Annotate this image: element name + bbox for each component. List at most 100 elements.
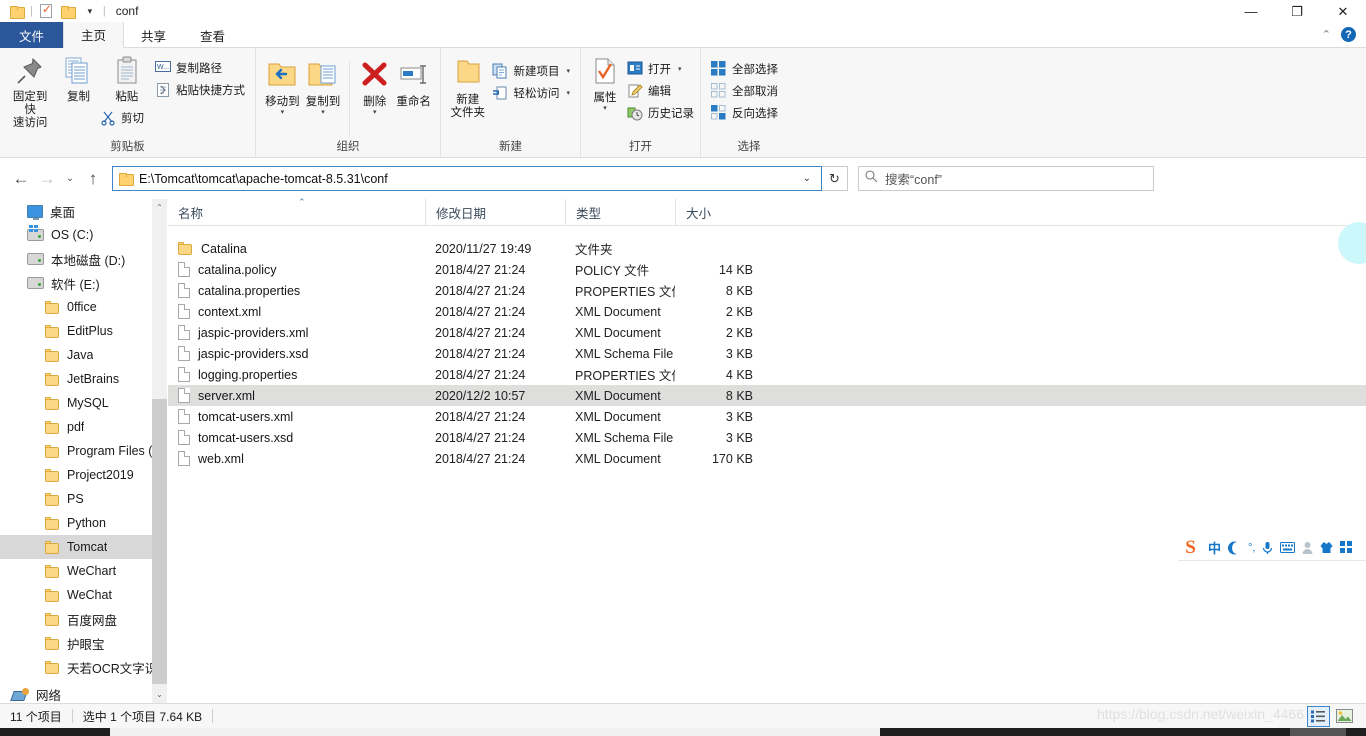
address-dropdown-icon[interactable]: ⌄ — [797, 173, 817, 184]
tab-share[interactable]: 共享 — [124, 22, 183, 48]
easy-access-button[interactable]: 轻松访问 ▾ — [488, 82, 574, 104]
sidebar-item-desktop[interactable]: 桌面 — [0, 199, 167, 223]
easy-access-dropdown-icon[interactable]: ▾ — [566, 89, 570, 97]
move-to-dropdown-icon[interactable]: ▾ — [281, 109, 285, 116]
sidebar-item-0ffice[interactable]: 0ffice — [0, 295, 167, 319]
tab-home[interactable]: 主页 — [63, 22, 125, 48]
tab-view[interactable]: 查看 — [183, 22, 242, 48]
back-button[interactable]: ← — [8, 166, 34, 192]
table-row[interactable]: logging.properties 2018/4/27 21:24 PROPE… — [168, 364, 1366, 385]
new-item-dropdown-icon[interactable]: ▾ — [566, 67, 570, 75]
sidebar-item-baidu-netdisk[interactable]: 百度网盘 — [0, 607, 167, 631]
edit-button[interactable]: 编辑 — [623, 80, 698, 102]
copy-path-button[interactable]: W... 复制路径 — [151, 57, 249, 79]
sidebar-item-editplus[interactable]: EditPlus — [0, 319, 167, 343]
sidebar-item-java[interactable]: Java — [0, 343, 167, 367]
navigation-pane-scrollbar[interactable]: ⌃ ⌄ — [152, 199, 167, 703]
sogou-logo-icon[interactable]: S — [1180, 537, 1201, 558]
sidebar-item-project2019[interactable]: Project2019 — [0, 463, 167, 487]
move-to-button[interactable]: 移动到 ▾ — [262, 58, 303, 116]
search-input[interactable]: 搜索“conf” — [858, 166, 1154, 191]
sidebar-item-wechat[interactable]: WeChat — [0, 583, 167, 607]
tab-file[interactable]: 文件 — [0, 22, 64, 48]
sidebar-item-tomcat[interactable]: Tomcat — [0, 535, 167, 559]
user-icon[interactable] — [1302, 541, 1313, 554]
fullwidth-icon[interactable]: °, — [1248, 542, 1255, 554]
sidebar-item-program-files[interactable]: Program Files (x — [0, 439, 167, 463]
table-row[interactable]: tomcat-users.xml 2018/4/27 21:24 XML Doc… — [168, 406, 1366, 427]
collapse-ribbon-icon[interactable]: ⌃ — [1322, 28, 1331, 41]
help-icon[interactable]: ? — [1341, 27, 1356, 42]
history-button[interactable]: 历史记录 — [623, 102, 698, 124]
column-header-date[interactable]: 修改日期 — [425, 199, 565, 226]
column-header-type[interactable]: 类型 — [565, 199, 675, 226]
toolbox-icon[interactable] — [1340, 541, 1353, 554]
sidebar-item-wechart[interactable]: WeChart — [0, 559, 167, 583]
table-row[interactable]: web.xml 2018/4/27 21:24 XML Document 170… — [168, 448, 1366, 469]
sidebar-item-network[interactable]: 网络 — [0, 682, 167, 703]
paste-button[interactable]: 粘贴 — [103, 53, 151, 104]
table-row[interactable]: catalina.policy 2018/4/27 21:24 POLICY 文… — [168, 259, 1366, 280]
chevron-down-icon[interactable]: ▾ — [79, 0, 101, 22]
scrollbar-thumb[interactable] — [152, 399, 167, 684]
select-all-button[interactable]: 全部选择 — [707, 58, 782, 80]
properties-icon[interactable] — [35, 0, 57, 22]
maximize-button[interactable]: ❐ — [1274, 0, 1320, 22]
sidebar-item-software-e[interactable]: 软件 (E:) — [0, 271, 167, 295]
scroll-down-icon[interactable]: ⌄ — [152, 686, 167, 703]
table-row[interactable]: catalina.properties 2018/4/27 21:24 PROP… — [168, 280, 1366, 301]
new-folder-icon[interactable] — [57, 0, 79, 22]
refresh-button[interactable]: ↻ — [822, 166, 848, 191]
sidebar-item-os-c[interactable]: OS (C:) — [0, 223, 167, 247]
system-menu-folder-icon[interactable] — [6, 0, 28, 22]
sidebar-item-pdf[interactable]: pdf — [0, 415, 167, 439]
sidebar-item-eye-protector[interactable]: 护眼宝 — [0, 631, 167, 655]
table-row[interactable]: jaspic-providers.xsd 2018/4/27 21:24 XML… — [168, 343, 1366, 364]
sidebar-item-label: MySQL — [67, 396, 109, 410]
address-input[interactable]: E:\Tomcat\tomcat\apache-tomcat-8.5.31\co… — [112, 166, 822, 191]
new-folder-button[interactable]: 新建 文件夹 — [447, 56, 488, 120]
up-button[interactable]: ↑ — [80, 166, 106, 192]
column-header-name[interactable]: 名称 ⌃ — [168, 197, 425, 226]
rename-button[interactable]: 重命名 — [393, 58, 434, 109]
table-row[interactable]: Catalina 2020/11/27 19:49 文件夹 — [168, 238, 1366, 259]
pin-to-quick-access-button[interactable]: 固定到快 速访问 — [6, 53, 54, 130]
new-item-button[interactable]: 新建项目 ▾ — [488, 60, 574, 82]
invert-selection-button[interactable]: 反向选择 — [707, 102, 782, 124]
copy-to-dropdown-icon[interactable]: ▾ — [321, 109, 325, 116]
sidebar-item-python[interactable]: Python — [0, 511, 167, 535]
open-button[interactable]: 打开 ▾ — [623, 58, 698, 80]
forward-button[interactable]: → — [34, 166, 60, 192]
delete-button[interactable]: 删除 ▾ — [356, 58, 393, 116]
scroll-up-icon[interactable]: ⌃ — [152, 199, 167, 216]
large-icons-view-icon[interactable] — [1333, 706, 1356, 727]
microphone-icon[interactable] — [1262, 541, 1273, 555]
open-dropdown-icon[interactable]: ▾ — [678, 65, 682, 73]
recent-locations-button[interactable]: ⌄ — [60, 166, 80, 192]
copy-to-button[interactable]: 复制到 ▾ — [303, 58, 344, 116]
sidebar-item-tianruo-ocr[interactable]: 天若OCR文字识别 — [0, 655, 167, 679]
sidebar-item-jetbrains[interactable]: JetBrains — [0, 367, 167, 391]
table-row[interactable]: tomcat-users.xsd 2018/4/27 21:24 XML Sch… — [168, 427, 1366, 448]
delete-dropdown-icon[interactable]: ▾ — [373, 109, 377, 116]
select-none-button[interactable]: 全部取消 — [707, 80, 782, 102]
keyboard-icon[interactable] — [1280, 542, 1296, 553]
cut-button[interactable]: 剪切 — [100, 110, 144, 126]
table-row[interactable]: server.xml 2020/12/2 10:57 XML Document … — [168, 385, 1366, 406]
chinese-mode-icon[interactable]: 中 — [1208, 538, 1221, 557]
close-button[interactable]: ✕ — [1320, 0, 1366, 22]
copy-button[interactable]: 复制 — [54, 53, 102, 104]
moon-icon[interactable] — [1228, 541, 1241, 555]
skin-icon[interactable] — [1320, 541, 1333, 554]
properties-dropdown-icon[interactable]: ▾ — [603, 105, 607, 112]
table-row[interactable]: context.xml 2018/4/27 21:24 XML Document… — [168, 301, 1366, 322]
details-view-icon[interactable] — [1307, 705, 1330, 727]
properties-button[interactable]: 属性 ▾ — [587, 54, 623, 112]
sidebar-item-mysql[interactable]: MySQL — [0, 391, 167, 415]
column-header-size[interactable]: 大小 — [675, 199, 765, 226]
paste-shortcut-button[interactable]: 粘贴快捷方式 — [151, 79, 249, 101]
table-row[interactable]: jaspic-providers.xml 2018/4/27 21:24 XML… — [168, 322, 1366, 343]
sidebar-item-local-disk-d[interactable]: 本地磁盘 (D:) — [0, 247, 167, 271]
minimize-button[interactable]: — — [1228, 0, 1274, 22]
sidebar-item-ps[interactable]: PS — [0, 487, 167, 511]
